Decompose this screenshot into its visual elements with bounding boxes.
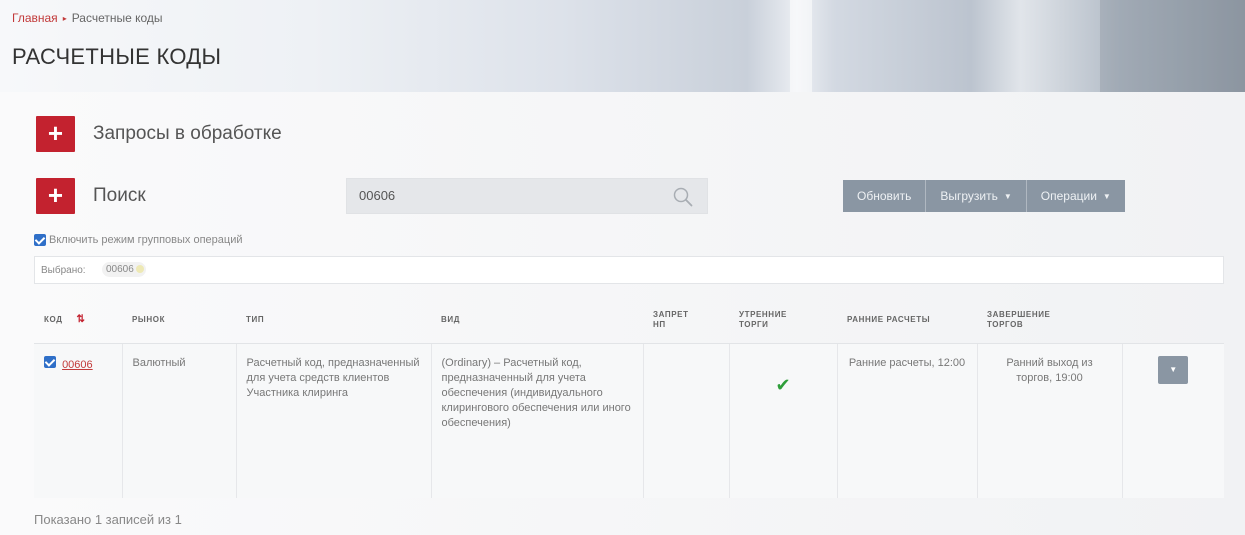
expand-search-button[interactable]: + [36,178,75,214]
codes-table: КОД ⇅ РЫНОК ТИП ВИД ЗАПРЕТ НП УТРЕННИЕ ТО… [34,297,1224,498]
column-header-kind[interactable]: ВИД [431,297,643,344]
column-header-morning[interactable]: УТРЕННИЕ ТОРГИ [729,297,837,344]
refresh-button[interactable]: Обновить [843,180,927,212]
code-link[interactable]: 00606 [62,359,93,371]
row-actions-button[interactable]: ▼ [1158,355,1189,384]
table-row: 00606 Валютный Расчетный код, предназнач… [34,343,1224,498]
cell-ban [642,343,729,498]
operations-dropdown-button[interactable]: Операции ▼ [1026,180,1125,212]
search-input[interactable] [359,188,659,203]
cell-completion: Ранний выход из торгов, 19:00 [976,343,1122,498]
chevron-down-icon: ▼ [1003,192,1012,201]
main-content: + Запросы в обработке + Поиск Обновить В… [0,92,1245,535]
requests-section-label: Запросы в обработке [93,123,282,144]
column-header-type[interactable]: ТИП [236,297,431,344]
search-section-label: Поиск [93,185,146,206]
group-operations-checkbox[interactable] [34,234,46,246]
column-header-market[interactable]: РЫНОК [122,297,236,344]
selected-items-field[interactable]: Выбрано: 00606 [34,256,1224,284]
header-decoration [790,0,812,92]
search-icon[interactable] [673,187,693,207]
column-header-actions [1122,297,1224,344]
page-title: РАСЧЕТНЫЕ КОДЫ [12,44,222,69]
cell-morning: ✔ [728,343,837,498]
group-operations-toggle[interactable]: Включить режим групповых операций [34,234,243,246]
chevron-down-icon: ▼ [1102,192,1111,201]
header-decoration [1100,0,1245,92]
breadcrumb-current: Расчетные коды [71,11,163,25]
breadcrumb: Главная ▸ Расчетные коды [12,11,163,25]
export-button-label: Выгрузить [940,189,998,203]
column-header-ban[interactable]: ЗАПРЕТ НП [643,297,729,344]
column-header-early[interactable]: РАННИЕ РАСЧЕТЫ [837,297,977,344]
breadcrumb-separator-icon: ▸ [62,14,67,23]
expand-requests-button[interactable]: + [36,116,75,152]
cell-kind: (Ordinary) – Расчетный код, предназначен… [430,343,643,498]
column-header-completion[interactable]: ЗАВЕРШЕНИЕ ТОРГОВ [977,297,1122,344]
selected-tag[interactable]: 00606 [102,262,146,277]
records-count: Показано 1 записей из 1 [34,512,182,527]
selected-label: Выбрано: [41,265,86,276]
operations-button-label: Операции [1040,189,1097,203]
group-operations-label: Включить режим групповых операций [49,234,243,246]
refresh-button-label: Обновить [857,189,912,203]
cell-market: Валютный [121,343,236,498]
export-dropdown-button[interactable]: Выгрузить ▼ [926,180,1027,212]
column-header-code[interactable]: КОД ⇅ [34,297,122,344]
table-header-row: КОД ⇅ РЫНОК ТИП ВИД ЗАПРЕТ НП УТРЕННИЕ ТО… [34,297,1224,344]
cell-early: Ранние расчеты, 12:00 [836,343,977,498]
breadcrumb-home-link[interactable]: Главная [12,11,58,25]
cell-type: Расчетный код, предназначенный для учета… [235,343,431,498]
toolbar: Обновить Выгрузить ▼ Операции ▼ [843,180,1125,212]
page-header: Главная ▸ Расчетные коды РАСЧЕТНЫЕ КОДЫ [0,0,1245,92]
cell-actions: ▼ [1121,343,1224,498]
sort-icon[interactable]: ⇅ [77,314,86,325]
row-select-checkbox[interactable] [44,355,56,368]
column-header-code-label: КОД [44,314,63,324]
cell-code: 00606 [34,343,122,498]
codes-panel: + Запросы в обработке + Поиск Обновить В… [0,92,1245,535]
check-icon: ✔ [775,374,791,395]
search-field[interactable] [346,178,708,214]
